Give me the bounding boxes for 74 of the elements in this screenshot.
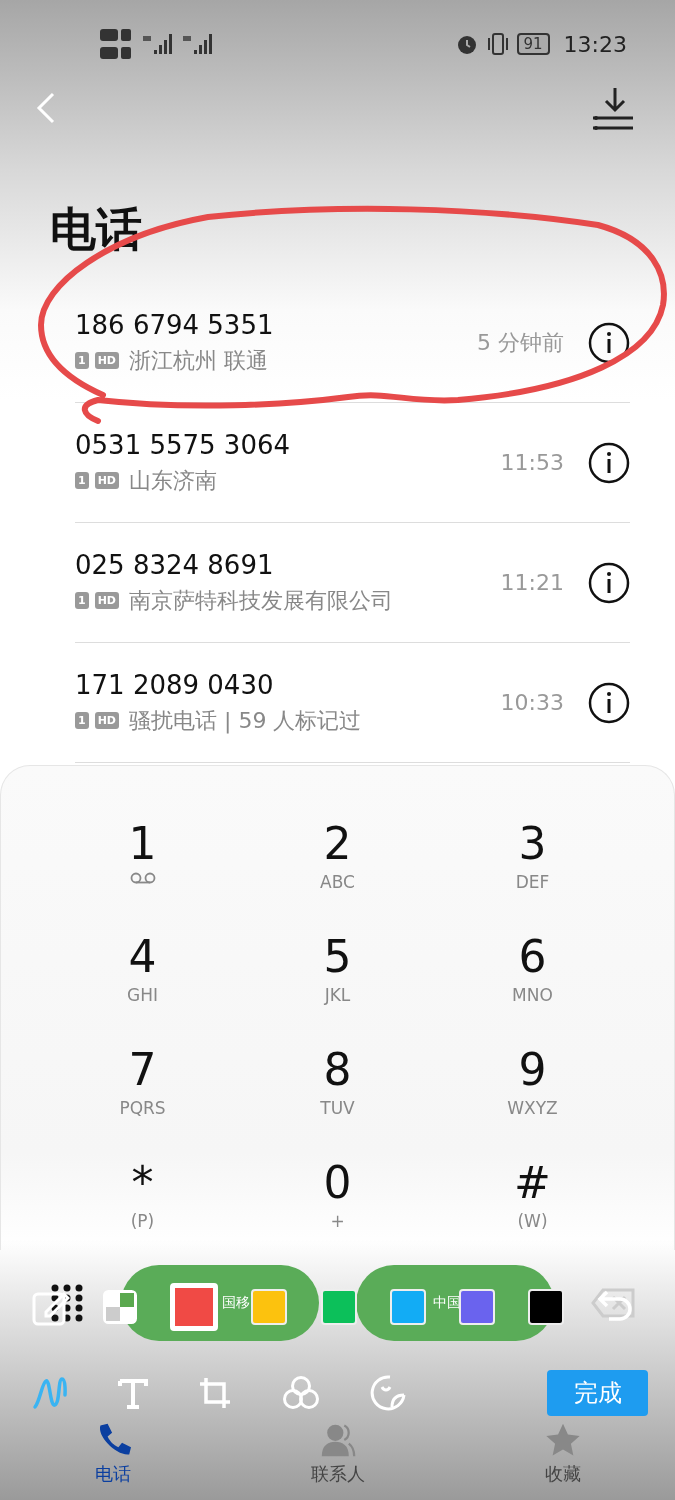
key-letters: TUV bbox=[320, 1098, 355, 1118]
info-icon[interactable] bbox=[588, 441, 630, 484]
key-letters: PQRS bbox=[119, 1098, 166, 1118]
filter-icon[interactable] bbox=[282, 1375, 320, 1411]
key-letters: (P) bbox=[130, 1211, 155, 1231]
info-icon[interactable] bbox=[588, 321, 630, 364]
key-letters: JKL bbox=[324, 985, 351, 1005]
phone-number: 186 6794 5351 bbox=[75, 309, 275, 340]
caller-location: 浙江杭州 联通 bbox=[129, 346, 268, 375]
call-time: 11:21 bbox=[500, 570, 564, 595]
key-letters: ABC bbox=[320, 872, 355, 892]
clock: 13:23 bbox=[563, 31, 627, 57]
key-letters: GHI bbox=[127, 985, 158, 1005]
call-time: 11:53 bbox=[500, 450, 564, 475]
dial-key[interactable]: # (W) bbox=[504, 1155, 561, 1237]
phone-number: 0531 5575 3064 bbox=[75, 429, 292, 460]
sim-badge: HD bbox=[94, 712, 119, 729]
color-swatch[interactable] bbox=[527, 1289, 564, 1325]
phone-number: 025 8324 8691 bbox=[75, 549, 275, 580]
dial-key[interactable]: 3 DEF bbox=[505, 816, 560, 898]
info-icon[interactable] bbox=[588, 681, 630, 724]
dial-key[interactable]: 1 bbox=[118, 816, 167, 898]
sticker-icon[interactable] bbox=[370, 1375, 406, 1411]
contacts-icon bbox=[319, 1422, 356, 1458]
battery-level: 91 bbox=[516, 33, 550, 55]
key-letters: MNO bbox=[512, 985, 553, 1005]
text-tool-icon[interactable] bbox=[118, 1377, 148, 1409]
color-swatch[interactable] bbox=[251, 1289, 288, 1325]
dial-key[interactable]: 6 MNO bbox=[502, 929, 563, 1011]
dial-key[interactable]: 0 + bbox=[313, 1155, 362, 1237]
nav-tab[interactable]: 收藏 bbox=[544, 1422, 581, 1500]
call-log-row[interactable]: 186 6794 5351 1 HD 浙江杭州 联通 5 分钟前 bbox=[75, 283, 630, 403]
caller-location: 山东济南 bbox=[129, 466, 217, 495]
star-icon bbox=[544, 1422, 581, 1458]
call-log-row[interactable]: 171 2089 0430 1 HD 骚扰电话 | 59 人标记过 10:33 bbox=[75, 643, 630, 763]
dial-key[interactable]: 9 WXYZ bbox=[497, 1042, 568, 1124]
info-icon[interactable] bbox=[588, 561, 630, 604]
voicemail-icon bbox=[129, 872, 156, 884]
call-log-row[interactable]: 025 8324 8691 1 HD 南京萨特科技发展有限公司 11:21 bbox=[75, 523, 630, 643]
crop-icon[interactable] bbox=[198, 1376, 232, 1410]
phone-number: 171 2089 0430 bbox=[75, 669, 275, 700]
dial-key[interactable]: 2 ABC bbox=[310, 816, 365, 898]
color-swatch[interactable] bbox=[320, 1289, 357, 1325]
mosaic-icon[interactable] bbox=[103, 1290, 138, 1324]
nav-tab[interactable]: 电话 bbox=[94, 1422, 131, 1500]
backspace-icon[interactable] bbox=[591, 1288, 635, 1318]
sim-badge: HD bbox=[94, 592, 119, 609]
key-letters: (W) bbox=[517, 1211, 548, 1231]
sim-badge: 1 bbox=[75, 712, 89, 729]
key-letters: + bbox=[330, 1211, 345, 1231]
caller-location: 南京萨特科技发展有限公司 bbox=[129, 586, 393, 615]
sim-badge: HD bbox=[94, 472, 119, 489]
sim-badge: 1 bbox=[75, 472, 89, 489]
dial-key[interactable]: 7 PQRS bbox=[109, 1042, 176, 1124]
dialpad-icon[interactable] bbox=[50, 1283, 84, 1323]
undo-icon[interactable] bbox=[597, 1290, 633, 1324]
dial-key[interactable]: 5 JKL bbox=[313, 929, 362, 1011]
dial-key[interactable]: 8 TUV bbox=[310, 1042, 365, 1124]
key-letters: DEF bbox=[515, 872, 550, 892]
sim-badge: 1 bbox=[75, 352, 89, 369]
call-time: 10:33 bbox=[500, 690, 564, 715]
color-swatch[interactable] bbox=[458, 1289, 495, 1325]
download-icon[interactable] bbox=[591, 86, 635, 130]
dial-key[interactable]: * (P) bbox=[120, 1155, 165, 1237]
back-icon[interactable] bbox=[36, 92, 56, 124]
call-time: 5 分钟前 bbox=[477, 328, 564, 357]
call-log-row[interactable]: 0531 5575 3064 1 HD 山东济南 11:53 bbox=[75, 403, 630, 523]
color-swatch[interactable] bbox=[389, 1289, 426, 1325]
dial-key[interactable]: 4 GHI bbox=[117, 929, 168, 1011]
caller-location: 骚扰电话 | 59 人标记过 bbox=[129, 706, 362, 736]
sim-badge: HD bbox=[94, 352, 119, 369]
key-letters: WXYZ bbox=[507, 1098, 558, 1118]
sim-badge: 1 bbox=[75, 592, 89, 609]
nav-tab[interactable]: 联系人 bbox=[310, 1422, 365, 1500]
